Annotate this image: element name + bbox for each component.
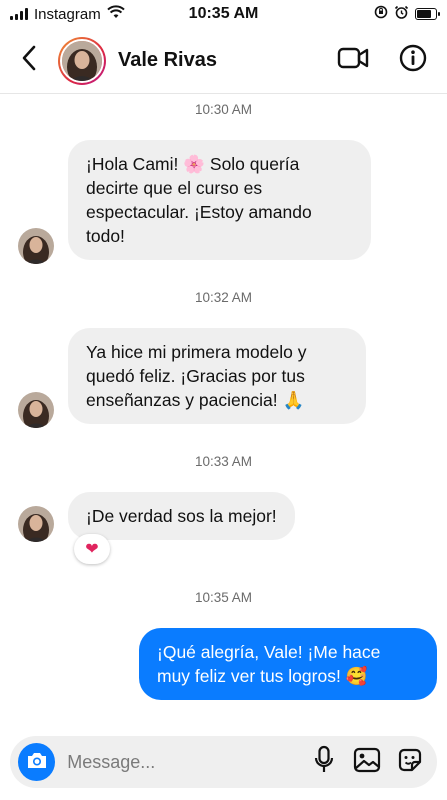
message-line: espectacular. ¡Estoy amando xyxy=(86,202,312,222)
gallery-button[interactable] xyxy=(349,743,386,781)
sender-avatar[interactable] xyxy=(18,228,54,264)
battery-level-fill xyxy=(417,10,431,18)
timestamp: 10:33 AM xyxy=(194,454,253,469)
message-line: ¡De verdad sos la mejor! xyxy=(86,506,277,526)
carrier-label: Instagram xyxy=(34,5,101,23)
message-line: ¡Hola Cami! 🌸 Solo quería xyxy=(86,154,300,174)
message-line: muy feliz ver tus logros! 🥰 xyxy=(157,666,368,686)
message-line: todo! xyxy=(86,226,125,246)
incoming-message[interactable]: Ya hice mi primera modelo y quedó feliz.… xyxy=(68,328,366,424)
sticker-button[interactable] xyxy=(392,743,429,781)
timestamp: 10:35 AM xyxy=(194,590,253,605)
voice-message-button[interactable] xyxy=(305,743,342,781)
message-line: enseñanzas y paciencia! 🙏 xyxy=(86,390,305,410)
timestamp: 10:32 AM xyxy=(194,290,253,305)
status-bar: Instagram 10:35 AM xyxy=(0,0,447,28)
back-button[interactable] xyxy=(14,41,44,81)
chat-header: Vale Rivas xyxy=(0,28,447,94)
message-line: ¡Qué alegría, Vale! ¡Me hace xyxy=(157,642,381,662)
heart-reaction[interactable]: ❤ xyxy=(74,534,110,564)
camera-icon xyxy=(26,750,48,775)
video-call-button[interactable] xyxy=(333,41,373,81)
gallery-icon xyxy=(353,747,381,778)
screen-rotation-lock-icon xyxy=(374,5,388,23)
timestamp: 10:30 AM xyxy=(194,102,253,117)
sender-avatar[interactable] xyxy=(18,506,54,542)
message-line: Ya hice mi primera modelo y xyxy=(86,342,307,362)
sender-avatar[interactable] xyxy=(18,392,54,428)
contact-name[interactable]: Vale Rivas xyxy=(118,49,313,72)
wifi-icon xyxy=(107,5,125,23)
outgoing-message[interactable]: ¡Qué alegría, Vale! ¡Me hace muy feliz v… xyxy=(139,628,437,700)
incoming-message[interactable]: ¡De verdad sos la mejor! xyxy=(68,492,295,540)
battery-icon xyxy=(415,8,440,20)
message-line: decirte que el curso es xyxy=(86,178,263,198)
sticker-icon xyxy=(396,746,424,779)
incoming-message[interactable]: ¡Hola Cami! 🌸 Solo quería decirte que el… xyxy=(68,140,371,260)
message-thread: 10:30 AM ¡Hola Cami! 🌸 Solo quería decir… xyxy=(0,94,447,726)
camera-button[interactable] xyxy=(18,743,56,781)
message-line: quedó feliz. ¡Gracias por tus xyxy=(86,366,305,386)
video-call-icon xyxy=(337,46,369,75)
microphone-icon xyxy=(313,745,335,780)
message-composer xyxy=(10,736,437,788)
message-input[interactable] xyxy=(67,751,300,773)
info-icon xyxy=(399,44,427,77)
alarm-icon xyxy=(394,5,409,24)
signal-icon xyxy=(10,8,28,20)
back-arrow-icon xyxy=(21,45,37,76)
info-button[interactable] xyxy=(393,41,433,81)
contact-avatar[interactable] xyxy=(58,36,106,85)
